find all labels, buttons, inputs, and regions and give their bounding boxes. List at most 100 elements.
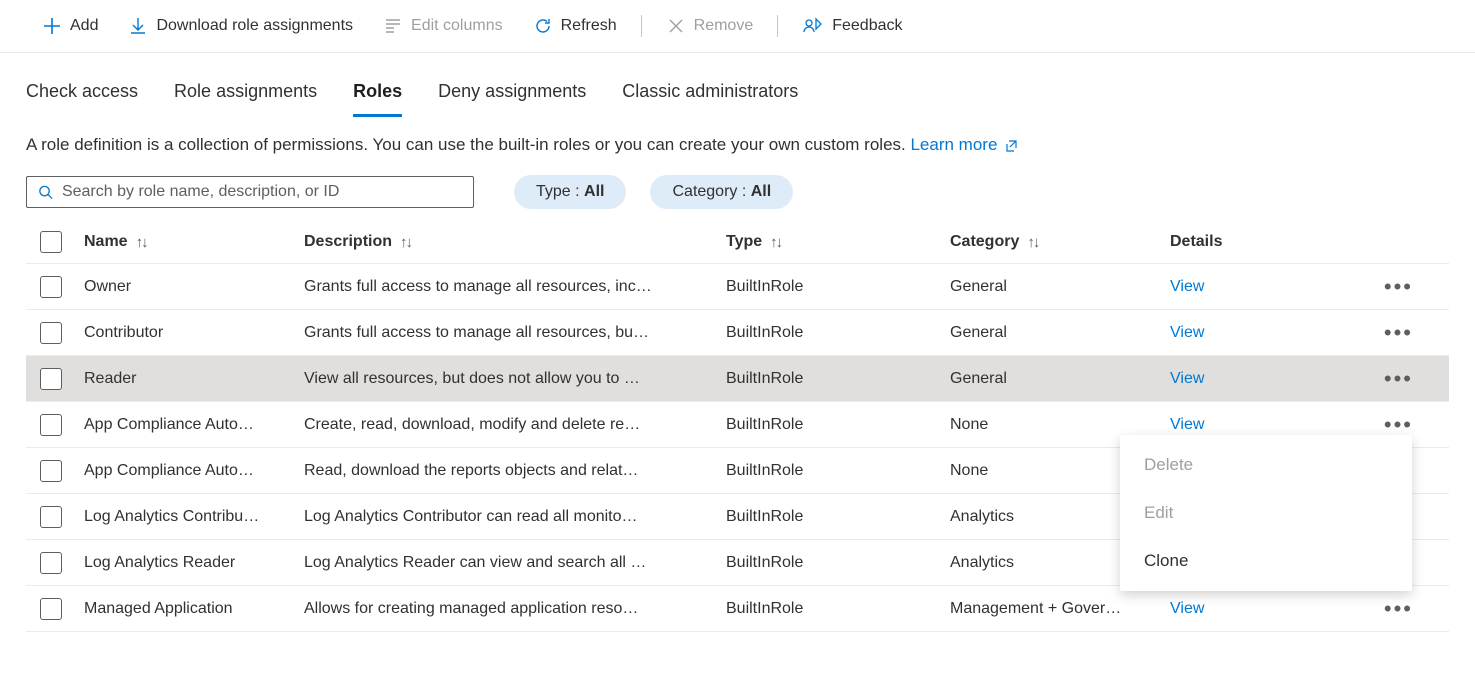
add-button[interactable]: Add (30, 10, 110, 42)
row-checkbox[interactable] (40, 322, 62, 344)
search-icon (37, 183, 54, 201)
plus-icon (42, 16, 62, 36)
row-more-icon[interactable]: ••• (1384, 276, 1413, 298)
row-more-icon[interactable]: ••• (1384, 368, 1413, 390)
learn-more-label: Learn more (910, 135, 997, 154)
table-row[interactable]: Managed Application Allows for creating … (26, 586, 1449, 632)
view-link[interactable]: View (1170, 600, 1204, 618)
category-filter-label: Category : (672, 183, 750, 200)
feedback-button[interactable]: Feedback (790, 10, 914, 42)
sort-icon[interactable]: ↑↓ (400, 234, 411, 251)
row-description: Log Analytics Reader can view and search… (304, 554, 726, 572)
row-name: Contributor (84, 324, 304, 342)
row-checkbox[interactable] (40, 414, 62, 436)
row-context-menu: Delete Edit Clone (1120, 435, 1412, 591)
tabs: Check access Role assignments Roles Deny… (0, 53, 1475, 117)
row-description: Create, read, download, modify and delet… (304, 416, 726, 434)
description-text: A role definition is a collection of per… (0, 117, 1475, 175)
refresh-icon (533, 16, 553, 36)
col-name-header[interactable]: Name (84, 233, 128, 251)
external-link-icon (1004, 139, 1018, 153)
refresh-button[interactable]: Refresh (521, 10, 629, 42)
select-all-checkbox[interactable] (40, 231, 62, 253)
learn-more-link[interactable]: Learn more (910, 135, 1018, 154)
row-name: Log Analytics Reader (84, 554, 304, 572)
row-type: BuiltInRole (726, 370, 950, 388)
col-category-header[interactable]: Category (950, 233, 1019, 251)
context-delete: Delete (1120, 441, 1412, 489)
context-edit: Edit (1120, 489, 1412, 537)
row-checkbox[interactable] (40, 368, 62, 390)
row-checkbox[interactable] (40, 598, 62, 620)
row-checkbox[interactable] (40, 506, 62, 528)
row-checkbox[interactable] (40, 460, 62, 482)
view-link[interactable]: View (1170, 370, 1204, 388)
tab-role-assignments[interactable]: Role assignments (174, 73, 317, 117)
feedback-icon (802, 16, 824, 36)
type-filter-pill[interactable]: Type : All (514, 175, 626, 209)
columns-icon (383, 16, 403, 36)
row-name: App Compliance Auto… (84, 416, 304, 434)
row-checkbox[interactable] (40, 552, 62, 574)
row-more-icon[interactable]: ••• (1384, 598, 1413, 620)
feedback-label: Feedback (832, 17, 902, 35)
view-link[interactable]: View (1170, 278, 1204, 296)
row-type: BuiltInRole (726, 600, 950, 618)
search-box[interactable] (26, 176, 474, 208)
edit-columns-button: Edit columns (371, 10, 515, 42)
add-label: Add (70, 17, 98, 35)
row-category: None (950, 416, 1170, 434)
row-type: BuiltInRole (726, 462, 950, 480)
tab-check-access[interactable]: Check access (26, 73, 138, 117)
row-name: Reader (84, 370, 304, 388)
table-row[interactable]: Reader View all resources, but does not … (26, 356, 1449, 402)
row-more-icon[interactable]: ••• (1384, 414, 1413, 436)
tab-deny-assignments[interactable]: Deny assignments (438, 73, 586, 117)
remove-icon (666, 16, 686, 36)
col-details-header: Details (1170, 233, 1222, 251)
view-link[interactable]: View (1170, 324, 1204, 342)
download-label: Download role assignments (156, 17, 353, 35)
sort-icon[interactable]: ↑↓ (136, 234, 147, 251)
row-name: Log Analytics Contribu… (84, 508, 304, 526)
view-link[interactable]: View (1170, 416, 1204, 434)
category-filter-pill[interactable]: Category : All (650, 175, 793, 209)
row-description: Log Analytics Contributor can read all m… (304, 508, 726, 526)
category-filter-value: All (751, 183, 771, 200)
col-type-header[interactable]: Type (726, 233, 762, 251)
download-icon (128, 16, 148, 36)
row-description: Read, download the reports objects and r… (304, 462, 726, 480)
row-type: BuiltInRole (726, 508, 950, 526)
sort-icon[interactable]: ↑↓ (1027, 234, 1038, 251)
sort-icon[interactable]: ↑↓ (770, 234, 781, 251)
remove-label: Remove (694, 17, 754, 35)
table-row[interactable]: Contributor Grants full access to manage… (26, 310, 1449, 356)
table-header-row: Name ↑↓ Description ↑↓ Type ↑↓ Category ↑↓ D… (26, 221, 1449, 264)
row-type: BuiltInRole (726, 324, 950, 342)
col-description-header[interactable]: Description (304, 233, 392, 251)
remove-button: Remove (654, 10, 766, 42)
tab-roles[interactable]: Roles (353, 73, 402, 117)
description-body: A role definition is a collection of per… (26, 135, 910, 154)
row-name: App Compliance Auto… (84, 462, 304, 480)
toolbar: Add Download role assignments Edit colum… (0, 0, 1475, 53)
row-category: Management + Gover… (950, 600, 1170, 618)
download-button[interactable]: Download role assignments (116, 10, 365, 42)
row-category: General (950, 324, 1170, 342)
search-input[interactable] (62, 183, 463, 201)
row-category: General (950, 278, 1170, 296)
table-row[interactable]: Owner Grants full access to manage all r… (26, 264, 1449, 310)
row-type: BuiltInRole (726, 416, 950, 434)
tab-classic-administrators[interactable]: Classic administrators (622, 73, 798, 117)
row-more-icon[interactable]: ••• (1384, 322, 1413, 344)
context-clone[interactable]: Clone (1120, 537, 1412, 585)
row-name: Owner (84, 278, 304, 296)
row-name: Managed Application (84, 600, 304, 618)
refresh-label: Refresh (561, 17, 617, 35)
type-filter-value: All (584, 183, 604, 200)
type-filter-label: Type : (536, 183, 584, 200)
toolbar-divider (777, 15, 778, 37)
row-description: Grants full access to manage all resourc… (304, 278, 726, 296)
row-checkbox[interactable] (40, 276, 62, 298)
row-description: View all resources, but does not allow y… (304, 370, 726, 388)
